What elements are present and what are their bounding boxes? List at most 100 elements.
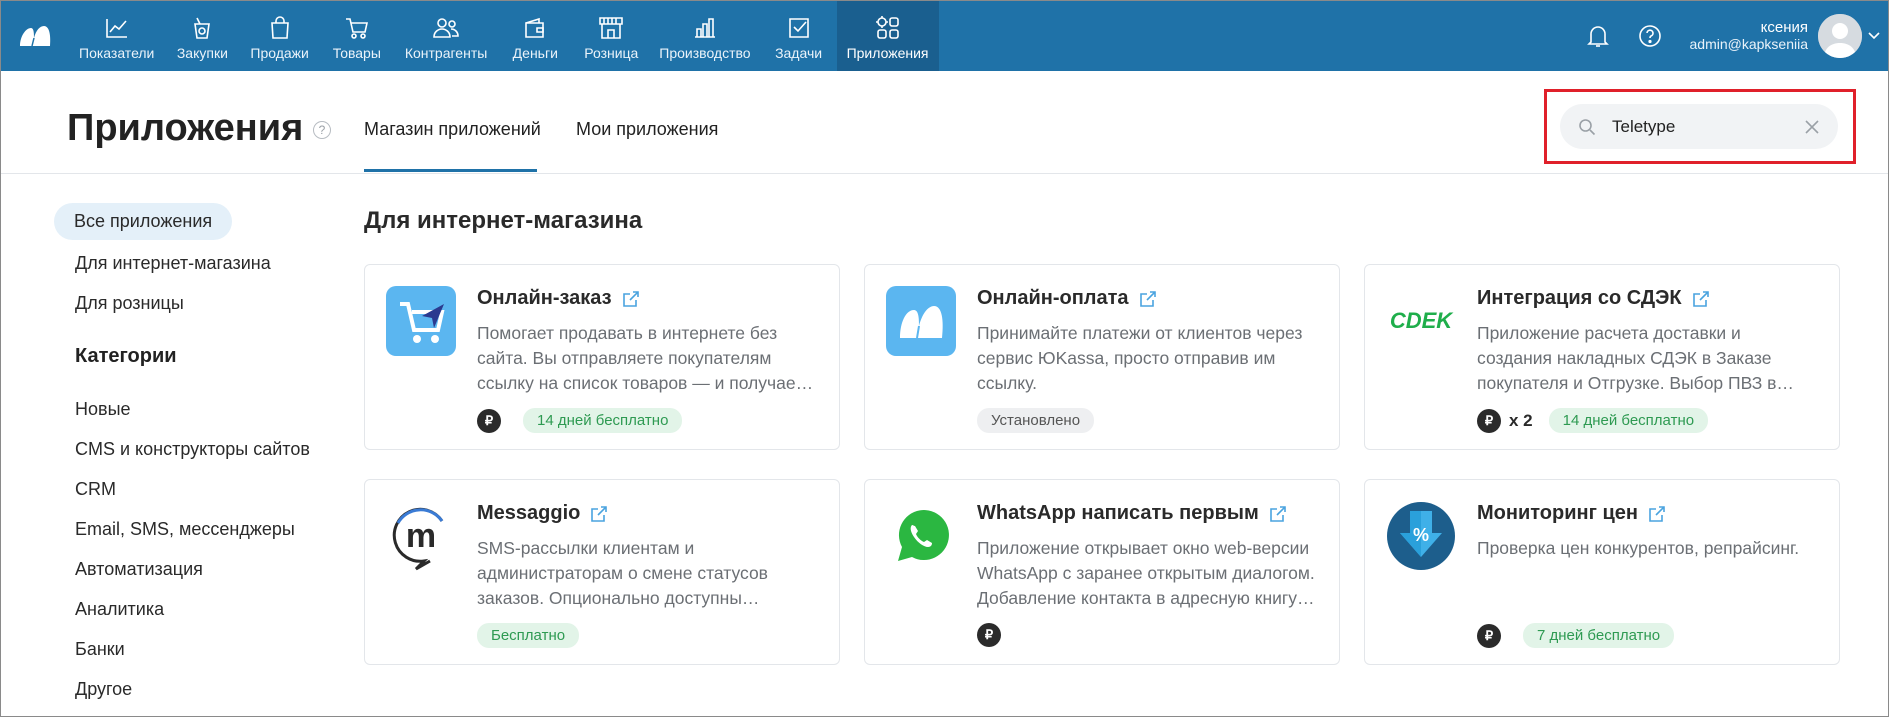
card-title: Интеграция со СДЭК bbox=[1477, 287, 1710, 310]
nav-label: Приложения bbox=[846, 45, 929, 61]
svg-text:%: % bbox=[1413, 525, 1429, 545]
trial-badge: 7 дней бесплатно bbox=[1523, 623, 1675, 648]
sidebar-category-cms[interactable]: CMS и конструкторы сайтов bbox=[75, 439, 310, 460]
external-link-icon[interactable] bbox=[1648, 505, 1666, 523]
tab-my-apps[interactable]: Мои приложения bbox=[576, 119, 718, 140]
search-icon bbox=[1576, 116, 1598, 138]
free-badge: Бесплатно bbox=[477, 623, 580, 648]
installed-badge: Установлено bbox=[977, 408, 1095, 433]
trial-badge: 14 дней бесплатно bbox=[1548, 408, 1709, 433]
card-description: Помогает продавать в интернете без сайта… bbox=[477, 321, 822, 396]
card-footer: Установлено bbox=[977, 408, 1095, 433]
card-title-text: Мониторинг цен bbox=[1477, 502, 1638, 524]
card-description: Приложение открывает окно web-версии Wha… bbox=[977, 536, 1322, 611]
search-input[interactable] bbox=[1612, 116, 1792, 137]
close-icon[interactable] bbox=[1802, 117, 1822, 137]
chevron-down-icon[interactable] bbox=[1868, 30, 1880, 42]
sidebar-category-messengers[interactable]: Email, SMS, мессенджеры bbox=[75, 519, 295, 540]
card-desc-line: ссылку. bbox=[977, 373, 1038, 393]
sidebar-category-new[interactable]: Новые bbox=[75, 399, 131, 420]
nav-item-apps[interactable]: Приложения bbox=[836, 1, 939, 71]
nav-label: Розница bbox=[584, 45, 639, 61]
app-card-cdek[interactable]: СDEK Интеграция со СДЭК Приложение расче… bbox=[1364, 264, 1840, 450]
tab-app-store[interactable]: Магазин приложений bbox=[364, 119, 541, 140]
external-link-icon[interactable] bbox=[590, 505, 608, 523]
bag-icon bbox=[267, 15, 293, 41]
nav-item-tasks[interactable]: Задачи bbox=[761, 1, 837, 71]
external-link-icon[interactable] bbox=[1269, 505, 1287, 523]
trial-badge: 14 дней бесплатно bbox=[523, 408, 683, 433]
card-title-text: Messaggio bbox=[477, 502, 581, 524]
card-desc-line: заказов. Опционально доступны… bbox=[477, 588, 760, 608]
sidebar-category-banks[interactable]: Банки bbox=[75, 639, 125, 660]
sidebar-item-retail[interactable]: Для розницы bbox=[75, 293, 184, 314]
card-title-text: Онлайн-оплата bbox=[977, 287, 1129, 309]
card-desc-line: покупателя и Отгрузке. Выбор ПВЗ в… bbox=[1477, 373, 1794, 393]
card-footer: ₽ bbox=[977, 623, 1001, 647]
app-card-messaggio[interactable]: m Messaggio SMS-рассылки клиентам и адми… bbox=[364, 479, 840, 665]
nav-label: Деньги bbox=[512, 45, 558, 61]
app-window: Показатели Закупки Продажи Товары Контра… bbox=[0, 0, 1889, 717]
moysklad-logo-icon[interactable] bbox=[1, 1, 69, 71]
sidebar-category-automation[interactable]: Автоматизация bbox=[75, 559, 203, 580]
external-link-icon[interactable] bbox=[1692, 290, 1710, 308]
app-card-price-monitoring[interactable]: % Мониторинг цен Проверка цен конкуренто… bbox=[1364, 479, 1840, 665]
main-nav: Показатели Закупки Продажи Товары Контра… bbox=[69, 1, 939, 71]
avatar[interactable] bbox=[1818, 14, 1862, 58]
nav-label: Показатели bbox=[79, 45, 155, 61]
shopping-bag-icon bbox=[189, 15, 215, 41]
sidebar-category-analytics[interactable]: Аналитика bbox=[75, 599, 164, 620]
wallet-icon bbox=[522, 15, 548, 41]
card-description: SMS-рассылки клиентам и администраторам … bbox=[477, 536, 822, 611]
page-title: Приложения bbox=[67, 107, 304, 149]
card-title: Онлайн-заказ bbox=[477, 287, 640, 310]
nav-item-retail[interactable]: Розница bbox=[573, 1, 649, 71]
app-card-online-order[interactable]: Онлайн-заказ Помогает продавать в интерн… bbox=[364, 264, 840, 450]
nav-item-production[interactable]: Производство bbox=[649, 1, 760, 71]
card-desc-line: Помогает продавать в интернете без bbox=[477, 323, 778, 343]
active-tab-indicator bbox=[364, 169, 537, 172]
user-info[interactable]: ксения admin@kapkseniia bbox=[1690, 19, 1809, 53]
card-desc-line: Приложение расчета доставки и bbox=[1477, 323, 1741, 343]
card-description: Проверка цен конкурентов, репрайсинг. bbox=[1477, 536, 1822, 561]
nav-item-sales[interactable]: Продажи bbox=[240, 1, 318, 71]
card-desc-line: создания накладных СДЭК в Заказе bbox=[1477, 348, 1772, 368]
nav-item-goods[interactable]: Товары bbox=[319, 1, 395, 71]
card-desc-line: WhatsApp с заранее открытым диалогом. bbox=[977, 563, 1315, 583]
card-title: Онлайн-оплата bbox=[977, 287, 1157, 310]
bell-icon[interactable] bbox=[1572, 1, 1624, 71]
ruble-icon: ₽ bbox=[1477, 623, 1501, 648]
card-footer: ₽ 14 дней бесплатно bbox=[477, 408, 683, 433]
price-multiplier: x 2 bbox=[1509, 410, 1533, 430]
apps-icon bbox=[875, 15, 901, 41]
sidebar-item-all-apps[interactable]: Все приложения bbox=[54, 203, 233, 240]
app-card-online-payment[interactable]: Онлайн-оплата Принимайте платежи от клие… bbox=[864, 264, 1340, 450]
app-card-whatsapp[interactable]: WhatsApp написать первым Приложение откр… bbox=[864, 479, 1340, 665]
user-name: ксения bbox=[1760, 19, 1808, 36]
card-title: WhatsApp написать первым bbox=[977, 502, 1287, 525]
factory-icon bbox=[692, 15, 718, 41]
search-box[interactable] bbox=[1560, 104, 1838, 149]
nav-item-purchases[interactable]: Закупки bbox=[164, 1, 240, 71]
card-desc-line: сервис ЮKassa, просто отправив им bbox=[977, 348, 1276, 368]
messaggio-logo-icon: m bbox=[385, 500, 457, 572]
price-monitoring-icon: % bbox=[1385, 500, 1457, 572]
external-link-icon[interactable] bbox=[622, 290, 640, 308]
card-title-text: WhatsApp написать первым bbox=[977, 502, 1259, 524]
help-hint-icon[interactable]: ? bbox=[313, 121, 331, 139]
help-icon[interactable] bbox=[1624, 1, 1676, 71]
top-nav-bar: Показатели Закупки Продажи Товары Контра… bbox=[1, 1, 1888, 71]
nav-item-counterparties[interactable]: Контрагенты bbox=[395, 1, 497, 71]
nav-item-money[interactable]: Деньги bbox=[497, 1, 573, 71]
sidebar-category-crm[interactable]: CRM bbox=[75, 479, 116, 500]
sidebar-item-online-store[interactable]: Для интернет-магазина bbox=[75, 253, 271, 274]
nav-item-indicators[interactable]: Показатели bbox=[69, 1, 164, 71]
external-link-icon[interactable] bbox=[1139, 290, 1157, 308]
chart-icon bbox=[104, 15, 130, 41]
sidebar-category-other[interactable]: Другое bbox=[75, 679, 132, 700]
nav-label: Задачи bbox=[775, 45, 823, 61]
card-description: Приложение расчета доставки и создания н… bbox=[1477, 321, 1822, 396]
card-desc-line: SMS-рассылки клиентам и bbox=[477, 538, 695, 558]
card-title: Мониторинг цен bbox=[1477, 502, 1666, 525]
card-desc-line: ссылку на список товаров — и получае… bbox=[477, 373, 814, 393]
